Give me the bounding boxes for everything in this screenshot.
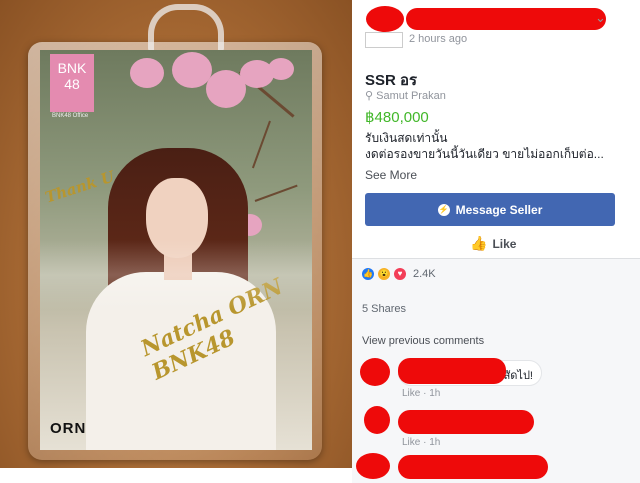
listing-location: Samut Prakan bbox=[376, 90, 446, 102]
card-name: ORN bbox=[50, 420, 87, 437]
love-reaction-icon: ♥ bbox=[394, 268, 406, 280]
comment-time: 1h bbox=[429, 388, 441, 399]
comment-time: 1h bbox=[429, 437, 441, 448]
chevron-down-icon[interactable]: ⌄ bbox=[595, 10, 606, 26]
message-seller-label: Message Seller bbox=[455, 202, 543, 217]
redacted-comment bbox=[398, 410, 534, 434]
redacted-seller-name bbox=[406, 8, 606, 30]
messenger-icon: ⚡ bbox=[437, 203, 450, 216]
location-pin-icon: ⚲ bbox=[365, 90, 374, 102]
view-previous-comments[interactable]: View previous comments bbox=[362, 335, 484, 347]
comment-like-link[interactable]: Like bbox=[402, 437, 420, 448]
listing-photo[interactable]: BNK 48 BNK48 Office Thank U Natcha ORN B… bbox=[0, 0, 352, 468]
wow-reaction-icon: 😮 bbox=[378, 268, 390, 280]
comment-meta: Like · 1h bbox=[402, 388, 441, 399]
logo-text: BNK 48 bbox=[57, 60, 87, 92]
holder-clip bbox=[148, 4, 224, 54]
reactions-summary[interactable]: 👍 😮 ♥ 2.4K bbox=[362, 268, 436, 280]
listing-price: ฿480,000 bbox=[365, 109, 429, 126]
redacted-comment bbox=[398, 455, 548, 479]
like-label: Like bbox=[492, 236, 517, 251]
shares-count[interactable]: 5 Shares bbox=[362, 303, 406, 315]
like-reaction-icon: 👍 bbox=[362, 268, 374, 280]
bnk48-logo: BNK 48 bbox=[50, 54, 94, 112]
seller-thumb bbox=[365, 32, 403, 48]
message-seller-button[interactable]: ⚡ Message Seller bbox=[365, 193, 615, 226]
post-time: 2 hours ago bbox=[409, 33, 468, 45]
thumbs-up-icon: 👍 bbox=[470, 235, 488, 251]
listing-location-row: ⚲ Samut Prakan bbox=[365, 89, 446, 102]
redacted-comment-avatar bbox=[364, 406, 390, 434]
comment-meta: Like · 1h bbox=[402, 437, 441, 448]
comment-like-link[interactable]: Like bbox=[402, 388, 420, 399]
redacted-comment-avatar bbox=[360, 358, 390, 386]
listing-description: รับเงินสดเท่านั้น งดต่อรองขายวันนี้วันเด… bbox=[365, 130, 625, 162]
redacted-comment-avatar bbox=[356, 453, 390, 479]
comment-text: สัดไป! bbox=[503, 370, 533, 382]
see-more-link[interactable]: See More bbox=[365, 168, 417, 182]
reaction-count: 2.4K bbox=[413, 268, 436, 280]
description-line: รับเงินสดเท่านั้น bbox=[365, 131, 448, 145]
blossom bbox=[268, 58, 294, 80]
redacted-avatar bbox=[366, 6, 404, 32]
like-button[interactable]: 👍 Like bbox=[470, 235, 516, 252]
description-line: งดต่อรองขายวันนี้วันเดียว ขายไม่ออกเก็บต… bbox=[365, 147, 604, 161]
logo-subtext: BNK48 Office bbox=[52, 113, 89, 119]
blossom bbox=[130, 58, 164, 88]
plastic-glare bbox=[40, 240, 312, 310]
redacted-comment bbox=[398, 358, 506, 384]
